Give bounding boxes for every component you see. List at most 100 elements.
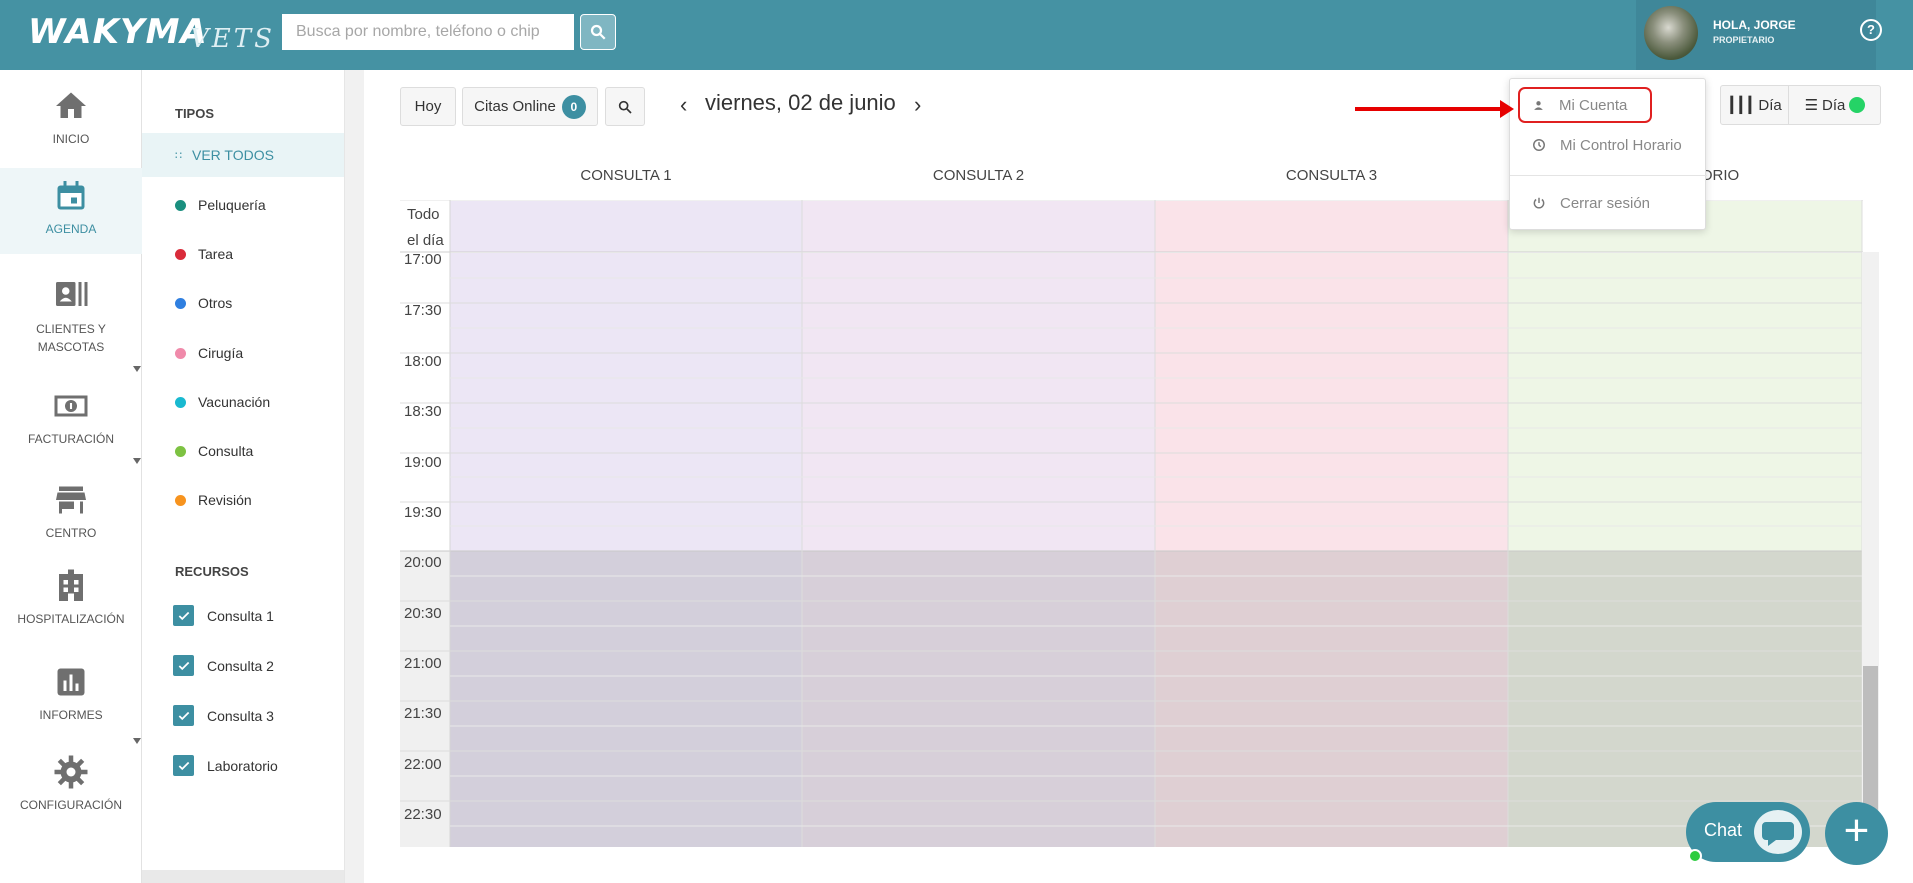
type-color-dot [175, 297, 186, 309]
type-label: Otros [198, 295, 233, 311]
day-columns-button[interactable]: ┃┃┃ Día [1721, 86, 1789, 124]
resource-label: Consulta 2 [207, 657, 274, 674]
type-label: Vacunación [198, 394, 271, 410]
nav-item-centro[interactable]: CENTRO [0, 482, 142, 562]
type-tarea[interactable]: Tarea [142, 232, 344, 276]
day-list-button[interactable]: ☰ Día [1789, 86, 1881, 124]
check-icon [173, 605, 194, 626]
chevron-down-icon[interactable] [133, 366, 141, 372]
resource-label: Laboratorio [207, 757, 278, 774]
type-color-dot [175, 494, 186, 506]
day-columns-label: Día [1758, 96, 1782, 114]
chevron-right-icon[interactable]: › [914, 92, 921, 118]
chevron-left-icon[interactable]: ‹ [680, 92, 687, 118]
add-fab-button[interactable]: + [1825, 802, 1888, 865]
calendar-column-bg [1508, 253, 1862, 551]
time-label: 22:30 [404, 806, 442, 823]
main-nav: INICIO AGENDA CLIENTES Y MASCOTAS FACTUR… [0, 70, 142, 883]
today-button[interactable]: Hoy [400, 87, 456, 126]
time-label: 20:30 [404, 605, 442, 622]
nav-item-inicio[interactable]: INICIO [0, 88, 142, 168]
nav-item-clientes[interactable]: CLIENTES Y MASCOTAS [0, 276, 142, 366]
hospital-icon [59, 569, 83, 601]
type-consulta[interactable]: Consulta [142, 429, 344, 473]
all-day-label-line2: el día [407, 232, 444, 249]
view-switcher: ┃┃┃ Día ☰ Día [1720, 85, 1881, 125]
type-vacunacion[interactable]: Vacunación [142, 380, 344, 424]
day-list-label: Día [1822, 96, 1846, 114]
gear-icon [54, 755, 88, 789]
type-label: Cirugía [198, 345, 244, 361]
type-revision[interactable]: Revisión [142, 478, 344, 522]
sidebar-scrollbar[interactable] [344, 70, 364, 883]
type-peluqueria[interactable]: Peluquería [142, 183, 344, 227]
avatar[interactable] [1644, 6, 1698, 60]
chevron-down-icon[interactable] [133, 738, 141, 744]
menu-item-time-control[interactable]: Mi Control Horario [1510, 130, 1707, 160]
calendar-search-button[interactable] [605, 87, 645, 126]
nav-item-facturacion[interactable]: FACTURACIÓN [0, 388, 142, 468]
current-date: viernes, 02 de junio [705, 90, 896, 115]
time-label: 21:30 [404, 705, 442, 722]
nav-item-configuracion[interactable]: CONFIGURACIÓN [0, 754, 142, 834]
resource-checkbox[interactable]: Consulta 3 [173, 705, 274, 726]
online-appointments-button[interactable]: Citas Online 0 [462, 87, 598, 126]
type-label: Peluquería [198, 197, 266, 213]
clock-icon [1533, 139, 1545, 151]
time-label: 18:30 [404, 403, 442, 420]
nav-item-informes[interactable]: INFORMES [0, 664, 142, 744]
sidebar-hscrollbar[interactable] [142, 870, 344, 883]
type-color-dot [175, 199, 186, 211]
arrow-annotation [1355, 107, 1505, 111]
nav-label: AGENDA [45, 222, 97, 236]
resource-checkbox[interactable]: Laboratorio [173, 755, 278, 776]
search-button[interactable] [580, 14, 616, 50]
whatsapp-icon [1849, 97, 1866, 113]
calendar-column-bg [1155, 551, 1508, 847]
menu-divider [1510, 175, 1707, 176]
logo[interactable]: WAKYMA [28, 12, 208, 52]
chevron-down-icon[interactable] [133, 458, 141, 464]
chat-label: Chat [1704, 820, 1743, 840]
nav-label: INICIO [52, 132, 90, 146]
time-label: 21:00 [404, 655, 442, 672]
type-color-dot [175, 248, 186, 260]
type-all-label: VER TODOS [192, 147, 274, 163]
user-greeting[interactable]: HOLA, JORGE [1713, 18, 1796, 32]
resource-checkbox[interactable]: Consulta 1 [173, 605, 274, 626]
calendar-column-bg [450, 253, 802, 551]
type-cirugia[interactable]: Cirugía [142, 331, 344, 375]
all-day-label: Todo el día [407, 202, 444, 254]
resource-label: Consulta 1 [207, 607, 274, 624]
logo-subtitle: VETS [190, 24, 275, 54]
resource-checkbox[interactable]: Consulta 2 [173, 655, 274, 676]
arrow-head-icon [1500, 100, 1514, 118]
chat-bubble-icon[interactable] [1754, 810, 1802, 854]
highlight-annotation [1518, 87, 1652, 123]
online-appointments-label: Citas Online [474, 98, 556, 115]
type-all[interactable]: ∷ VER TODOS [142, 133, 344, 177]
calendar-grid[interactable] [400, 200, 1863, 847]
resources-title: RECURSOS [175, 564, 249, 579]
nav-item-agenda[interactable]: AGENDA [0, 168, 142, 254]
menu-item-logout[interactable]: Cerrar sesión [1510, 188, 1707, 218]
time-label: 17:00 [404, 251, 442, 268]
all-day-cell [802, 201, 1155, 252]
check-icon [173, 705, 194, 726]
all-day-label-line1: Todo [407, 206, 440, 223]
type-label: Consulta [198, 443, 254, 459]
online-status-dot [1688, 849, 1702, 863]
nav-label: CENTRO [45, 526, 97, 540]
nav-item-hospitalizacion[interactable]: HOSPITALIZACIÓN [0, 568, 142, 658]
search-icon [618, 100, 632, 114]
search-input[interactable] [282, 14, 574, 50]
help-icon[interactable]: ? [1860, 19, 1882, 41]
time-label: 18:00 [404, 353, 442, 370]
grid-icon: ∷ [175, 149, 182, 162]
type-otros[interactable]: Otros [142, 281, 344, 325]
home-icon [56, 92, 86, 118]
time-label: 19:30 [404, 504, 442, 521]
nav-label: FACTURACIÓN [27, 432, 114, 446]
list-icon: ☰ [1804, 97, 1819, 114]
calendar-column-bg [1155, 253, 1508, 551]
